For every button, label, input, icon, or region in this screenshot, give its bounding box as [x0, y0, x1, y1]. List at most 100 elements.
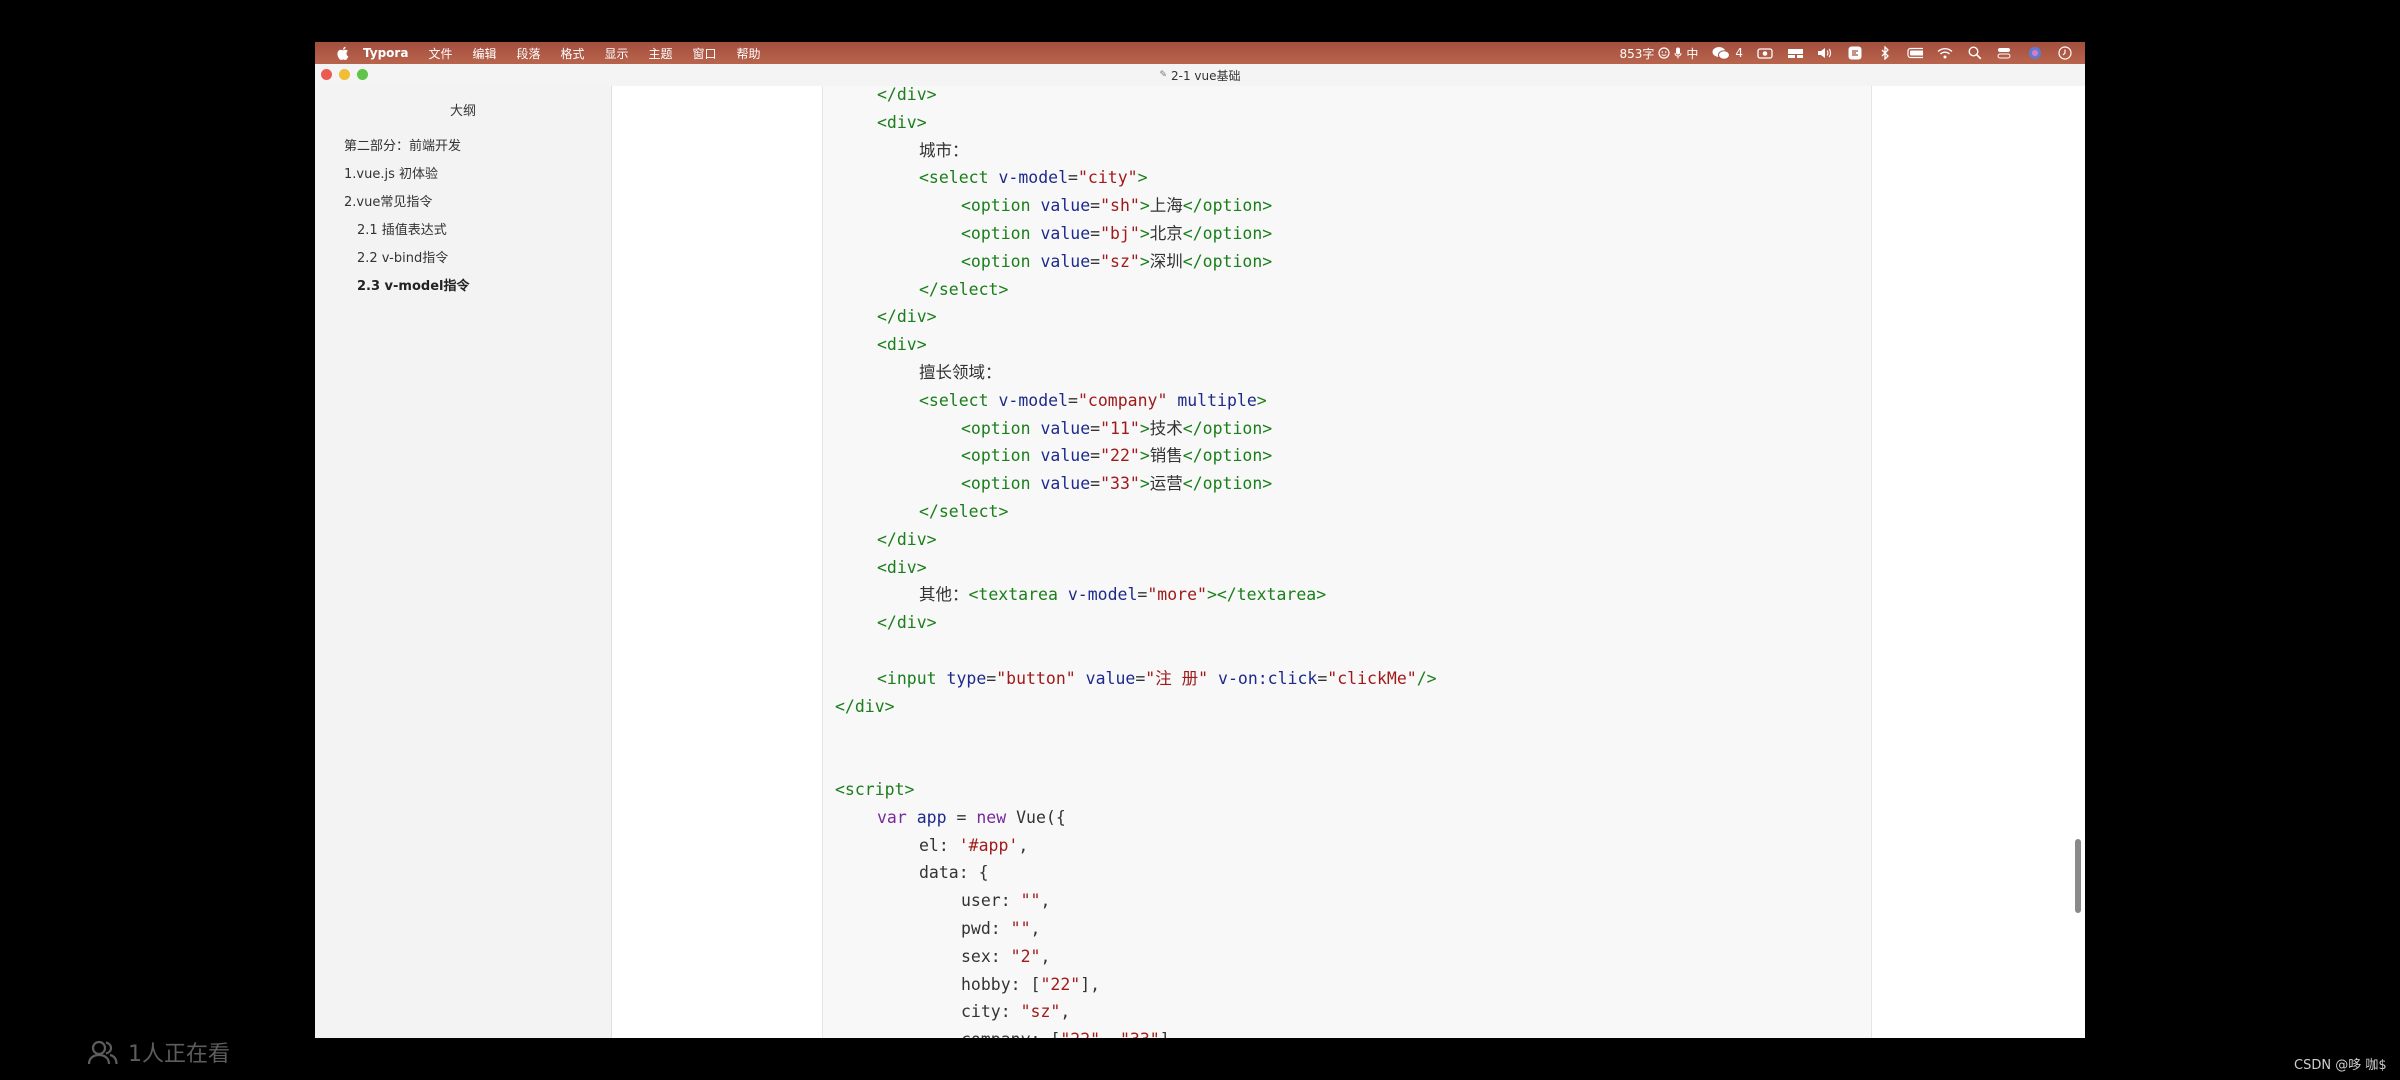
code-token: = [1090, 224, 1101, 243]
wechat-icon [1712, 47, 1731, 60]
code-token: v-model [998, 390, 1069, 410]
code-token: </div> [877, 307, 937, 327]
outline-sidebar: 大纲 第二部分：前端开发 1.vue.js 初体验 2.vue常见指令 2.1 … [315, 86, 612, 1038]
code-token: </option> [1182, 474, 1273, 494]
code-token: value [1040, 251, 1091, 271]
live-viewers-overlay: 1人正在看 [88, 1036, 230, 1068]
code-token: "sh" [1100, 196, 1140, 216]
code-token: </select> [919, 502, 1009, 521]
code-token: </select> [919, 279, 1009, 299]
code-token: 技术 [1149, 418, 1183, 438]
code-token: </div> [835, 696, 895, 716]
code-token: user: [961, 891, 1021, 911]
apple-icon[interactable] [335, 46, 349, 60]
code-line: <select v-model="company" multiple> [919, 387, 1267, 414]
window-controls [321, 69, 368, 80]
code-token: <div> [877, 335, 927, 355]
battery-icon[interactable] [1907, 47, 1923, 59]
outline-item-interpolation[interactable]: 2.1 插值表达式 [315, 217, 611, 245]
outline-item-v-model[interactable]: 2.3 v-model指令 [315, 273, 611, 301]
code-token: </option> [1182, 196, 1273, 216]
outline-item-v-bind[interactable]: 2.2 v-bind指令 [315, 245, 611, 273]
code-token: "button" [996, 668, 1076, 688]
minimize-window-button[interactable] [339, 69, 350, 80]
code-token: 销售 [1149, 446, 1183, 466]
code-line: sex: "2", [961, 943, 1050, 970]
outline-item-part-two[interactable]: 第二部分：前端开发 [315, 133, 611, 161]
code-token: </option> [1182, 224, 1273, 243]
word-count-status[interactable]: 853字 中 [1619, 45, 1698, 62]
code-line: var app = new Vue({ [877, 804, 1066, 831]
menu-format[interactable]: 格式 [560, 45, 584, 62]
code-token: , [1040, 946, 1051, 966]
code-token: <div> [877, 557, 927, 577]
code-line: hobby: ["22"], [961, 971, 1100, 998]
code-token: , [1018, 835, 1029, 855]
code-token: > [1137, 168, 1148, 188]
menu-theme[interactable]: 主题 [649, 45, 673, 62]
menu-app-name[interactable]: Typora [363, 46, 408, 60]
code-token: '#app' [958, 835, 1019, 855]
wifi-icon[interactable] [1937, 47, 1953, 59]
menu-view[interactable]: 显示 [605, 45, 629, 62]
code-token: "33" [1100, 474, 1140, 494]
viewers-icon [88, 1040, 118, 1065]
code-token: ></textarea> [1206, 585, 1327, 605]
code-token: value [1040, 446, 1091, 466]
code-token: > [1139, 196, 1150, 216]
display-icon[interactable] [1787, 47, 1803, 59]
code-token: <select [919, 390, 999, 410]
code-token: el: [919, 835, 959, 855]
code-token: pwd: [961, 919, 1011, 938]
outline-item-vue-intro[interactable]: 1.vue.js 初体验 [315, 161, 611, 189]
code-token: value [1040, 196, 1091, 216]
app-icon[interactable] [1847, 46, 1863, 60]
menu-edit[interactable]: 编辑 [472, 45, 496, 62]
code-token: > [1139, 418, 1150, 438]
code-line: <div> [877, 331, 927, 358]
code-token: 运营 [1149, 474, 1183, 494]
menu-window[interactable]: 窗口 [693, 45, 717, 62]
code-token: = [1135, 668, 1146, 688]
code-token: = [1090, 196, 1101, 216]
editor-scrollbar[interactable] [2075, 839, 2081, 913]
code-line: pwd: "", [961, 915, 1040, 942]
code-token: "11" [1100, 418, 1140, 438]
code-token: 城市： [919, 140, 969, 160]
outline-item-vue-directives[interactable]: 2.vue常见指令 [315, 189, 611, 217]
menu-help[interactable]: 帮助 [737, 45, 761, 62]
code-token: = [946, 807, 977, 827]
code-token: </div> [877, 613, 937, 633]
code-token: v-on:click [1218, 668, 1318, 688]
code-token: "22" [1100, 446, 1140, 466]
code-line: <div> [877, 109, 927, 136]
code-line: <option value="22">销售</option> [961, 442, 1272, 469]
code-line: <option value="sh">上海</option> [961, 192, 1272, 219]
menu-paragraph[interactable]: 段落 [516, 45, 540, 62]
editor-area[interactable]: </div> <div> 城市： <select v-model="city"> <op… [612, 86, 2085, 1038]
menu-file[interactable]: 文件 [428, 45, 452, 62]
code-token: = [1068, 168, 1078, 188]
camera-icon[interactable] [1757, 47, 1773, 59]
code-line: </select> [919, 276, 1008, 303]
code-token: </div> [877, 86, 937, 104]
code-token: = [1090, 418, 1101, 438]
siri-icon[interactable] [2027, 47, 2043, 59]
code-token: , [1060, 1002, 1071, 1022]
wechat-status[interactable]: 4 [1712, 46, 1743, 60]
code-token: /> [1416, 668, 1437, 688]
zoom-window-button[interactable] [357, 69, 368, 80]
control-center-icon[interactable] [1997, 47, 2013, 59]
code-line: <option value="sz">深圳</option> [961, 248, 1272, 275]
volume-icon[interactable] [1817, 47, 1833, 59]
search-icon[interactable] [1967, 46, 1983, 60]
code-block[interactable]: </div> <div> 城市： <select v-model="city"> <op… [822, 86, 1872, 1038]
code-token: value [1085, 668, 1136, 688]
code-line: company: ["22", "33"], [961, 1026, 1180, 1038]
code-token: hobby: [ [961, 974, 1041, 994]
bluetooth-icon[interactable] [1877, 46, 1893, 60]
clock-icon[interactable] [2057, 46, 2073, 60]
code-line: </div> [877, 526, 937, 553]
code-line: data: { [919, 859, 989, 886]
close-window-button[interactable] [321, 69, 332, 80]
